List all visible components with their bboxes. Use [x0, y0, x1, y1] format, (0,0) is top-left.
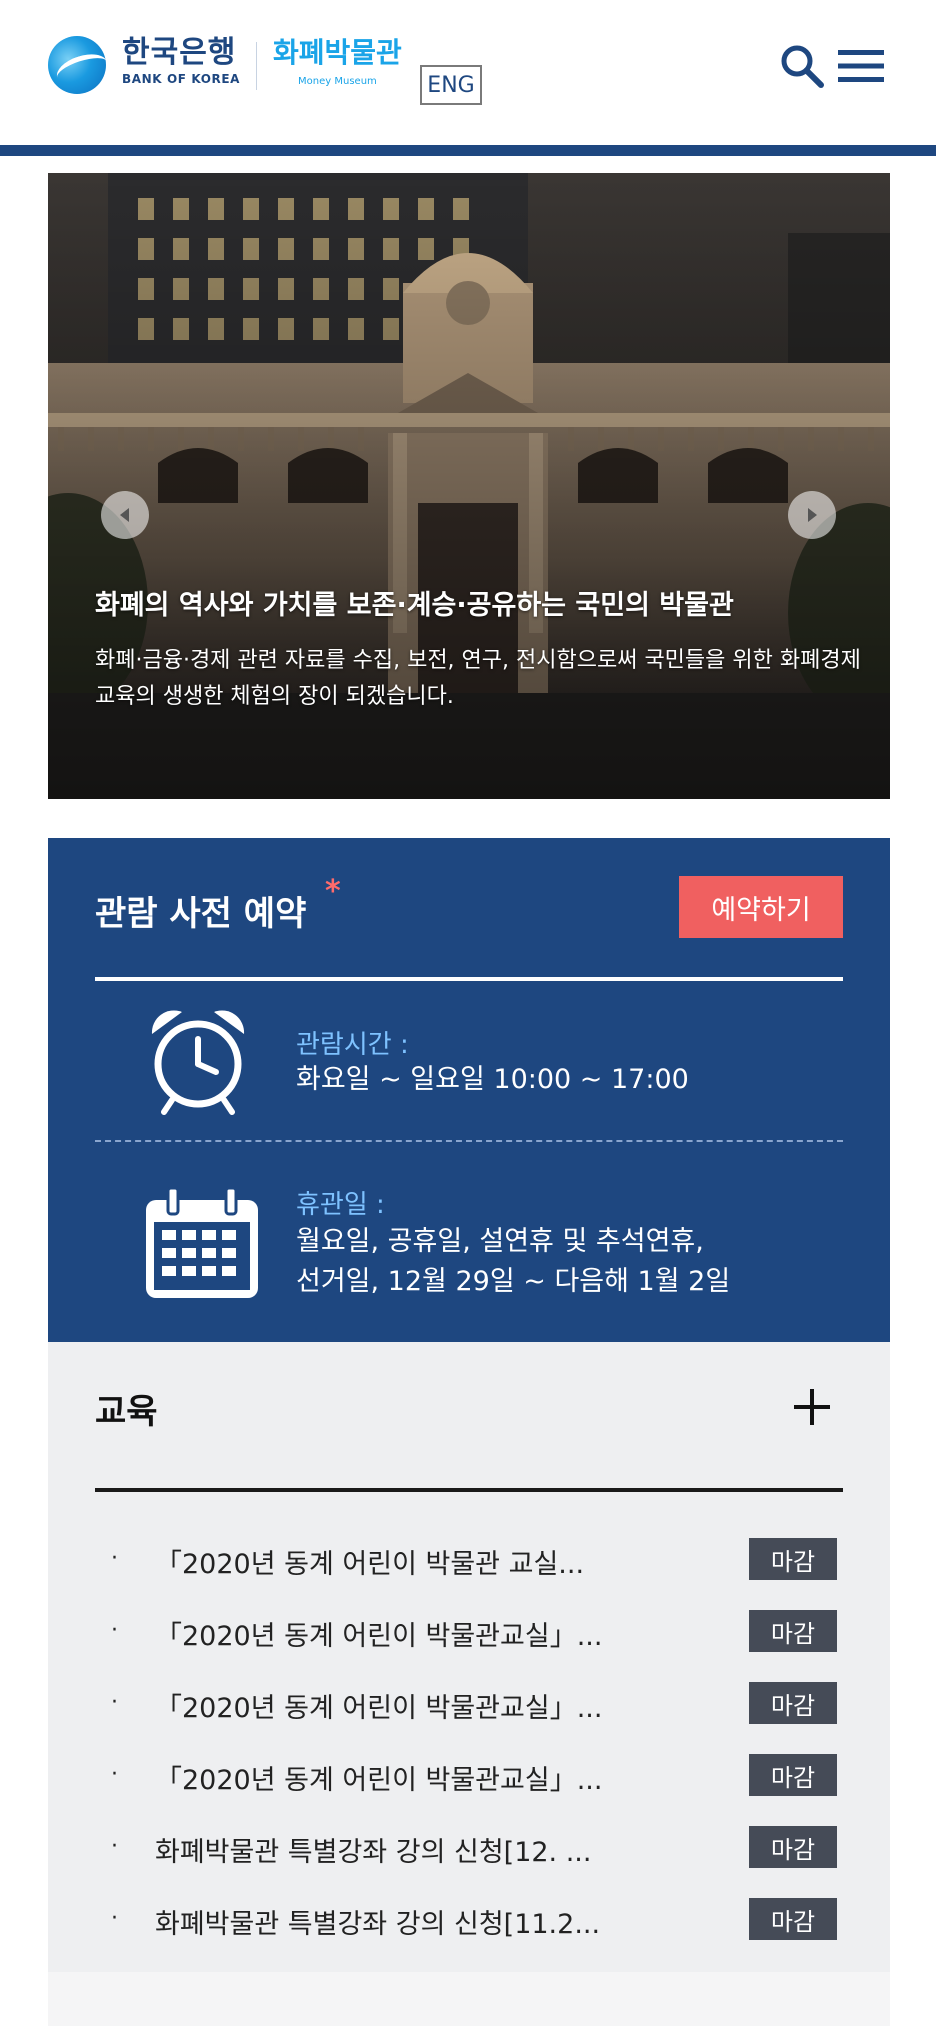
- status-badge: 마감: [749, 1610, 837, 1652]
- reservation-title: 관람 사전 예약: [95, 894, 307, 934]
- chevron-left-icon: [120, 508, 129, 522]
- closed-days-value-line1: 월요일, 공휴일, 설연휴 및 추석연휴,: [296, 1226, 704, 1257]
- list-item[interactable]: · 「2020년 동계 어린이 박물관교실」... 마감: [95, 1594, 843, 1666]
- bullet: ·: [111, 1762, 118, 1787]
- hours-value: 화요일 ~ 일요일 10:00 ~ 17:00: [296, 1064, 689, 1095]
- status-badge: 마감: [749, 1754, 837, 1796]
- list-item[interactable]: · 화폐박물관 특별강좌 강의 신청[12. ... 마감: [95, 1810, 843, 1882]
- hero-title: 화폐의 역사와 가치를 보존·계승·공유하는 국민의 박물관: [95, 590, 734, 621]
- list-item-title[interactable]: 「2020년 동계 어린이 박물관 교실...: [155, 1542, 584, 1581]
- list-item[interactable]: · 「2020년 동계 어린이 박물관 교실... 마감: [95, 1522, 843, 1594]
- list-item-title[interactable]: 「2020년 동계 어린이 박물관교실」...: [155, 1758, 602, 1797]
- chevron-right-icon: [808, 508, 817, 522]
- next-section-partial: [48, 1972, 890, 2026]
- carousel-prev-button[interactable]: [101, 491, 149, 539]
- museum-name: 화폐박물관 Money Museum: [273, 36, 402, 87]
- list-item[interactable]: · 「2020년 동계 어린이 박물관교실」... 마감: [95, 1738, 843, 1810]
- bank-name-en: BANK OF KOREA: [122, 72, 241, 86]
- bullet: ·: [111, 1618, 118, 1643]
- site-header: 한국은행 BANK OF KOREA 화폐박물관 Money Museum EN…: [0, 0, 936, 148]
- bank-name-kr: 한국은행: [122, 35, 237, 70]
- education-divider: [95, 1488, 843, 1492]
- reserve-button[interactable]: 예약하기: [679, 876, 843, 938]
- education-list: · 「2020년 동계 어린이 박물관 교실... 마감 · 「2020년 동계…: [95, 1522, 843, 1954]
- hero-description: 화폐·금융·경제 관련 자료를 수집, 보전, 연구, 전시함으로써 국민들을 …: [95, 648, 861, 709]
- required-mark: *: [325, 874, 341, 909]
- closed-days-value-line2: 선거일, 12월 29일 ~ 다음해 1월 2일: [296, 1266, 731, 1297]
- alarm-clock-icon: [151, 1010, 245, 1115]
- hamburger-menu-icon[interactable]: [838, 48, 884, 84]
- hero-carousel: 화폐의 역사와 가치를 보존·계승·공유하는 국민의 박물관 화폐·금융·경제 …: [48, 173, 890, 799]
- list-item[interactable]: · 화폐박물관 특별강좌 강의 신청[11.2... 마감: [95, 1882, 843, 1954]
- logo-divider: [256, 42, 258, 90]
- list-item[interactable]: · 「2020년 동계 어린이 박물관교실」... 마감: [95, 1666, 843, 1738]
- bank-name: 한국은행 BANK OF KOREA: [122, 35, 241, 87]
- status-badge: 마감: [749, 1682, 837, 1724]
- closed-days-label: 휴관일 :: [296, 1190, 385, 1220]
- bullet: ·: [111, 1906, 118, 1931]
- education-title: 교육: [95, 1392, 158, 1432]
- list-item-title[interactable]: 「2020년 동계 어린이 박물관교실」...: [155, 1614, 602, 1653]
- status-badge: 마감: [749, 1826, 837, 1868]
- expand-plus-icon[interactable]: [792, 1387, 832, 1427]
- site-logo[interactable]: 한국은행 BANK OF KOREA 화폐박물관 Money Museum: [48, 36, 402, 94]
- reservation-dashed-divider: [95, 1140, 843, 1142]
- list-item-title[interactable]: 화폐박물관 특별강좌 강의 신청[11.2...: [155, 1902, 600, 1941]
- education-panel: 교육 · 「2020년 동계 어린이 박물관 교실... 마감 · 「2020년…: [48, 1342, 890, 1972]
- reservation-panel: 관람 사전 예약 * 예약하기 관람시간 : 화요일 ~ 일요일 10:00 ~…: [48, 838, 890, 1342]
- bank-of-korea-emblem-icon: [48, 36, 106, 94]
- reservation-divider: [95, 977, 843, 981]
- museum-name-kr: 화폐박물관: [273, 36, 402, 69]
- english-language-button[interactable]: ENG: [420, 65, 482, 105]
- hours-label: 관람시간 :: [296, 1030, 409, 1060]
- list-item-title[interactable]: 「2020년 동계 어린이 박물관교실」...: [155, 1686, 602, 1725]
- museum-name-en: Money Museum: [298, 76, 377, 87]
- calendar-icon: [146, 1186, 258, 1298]
- bullet: ·: [111, 1690, 118, 1715]
- status-badge: 마감: [749, 1898, 837, 1940]
- carousel-next-button[interactable]: [788, 491, 836, 539]
- list-item-title[interactable]: 화폐박물관 특별강좌 강의 신청[12. ...: [155, 1830, 591, 1869]
- header-accent-bar: [0, 145, 936, 156]
- search-icon[interactable]: [778, 42, 826, 90]
- status-badge: 마감: [749, 1538, 837, 1580]
- bullet: ·: [111, 1546, 118, 1571]
- bullet: ·: [111, 1834, 118, 1859]
